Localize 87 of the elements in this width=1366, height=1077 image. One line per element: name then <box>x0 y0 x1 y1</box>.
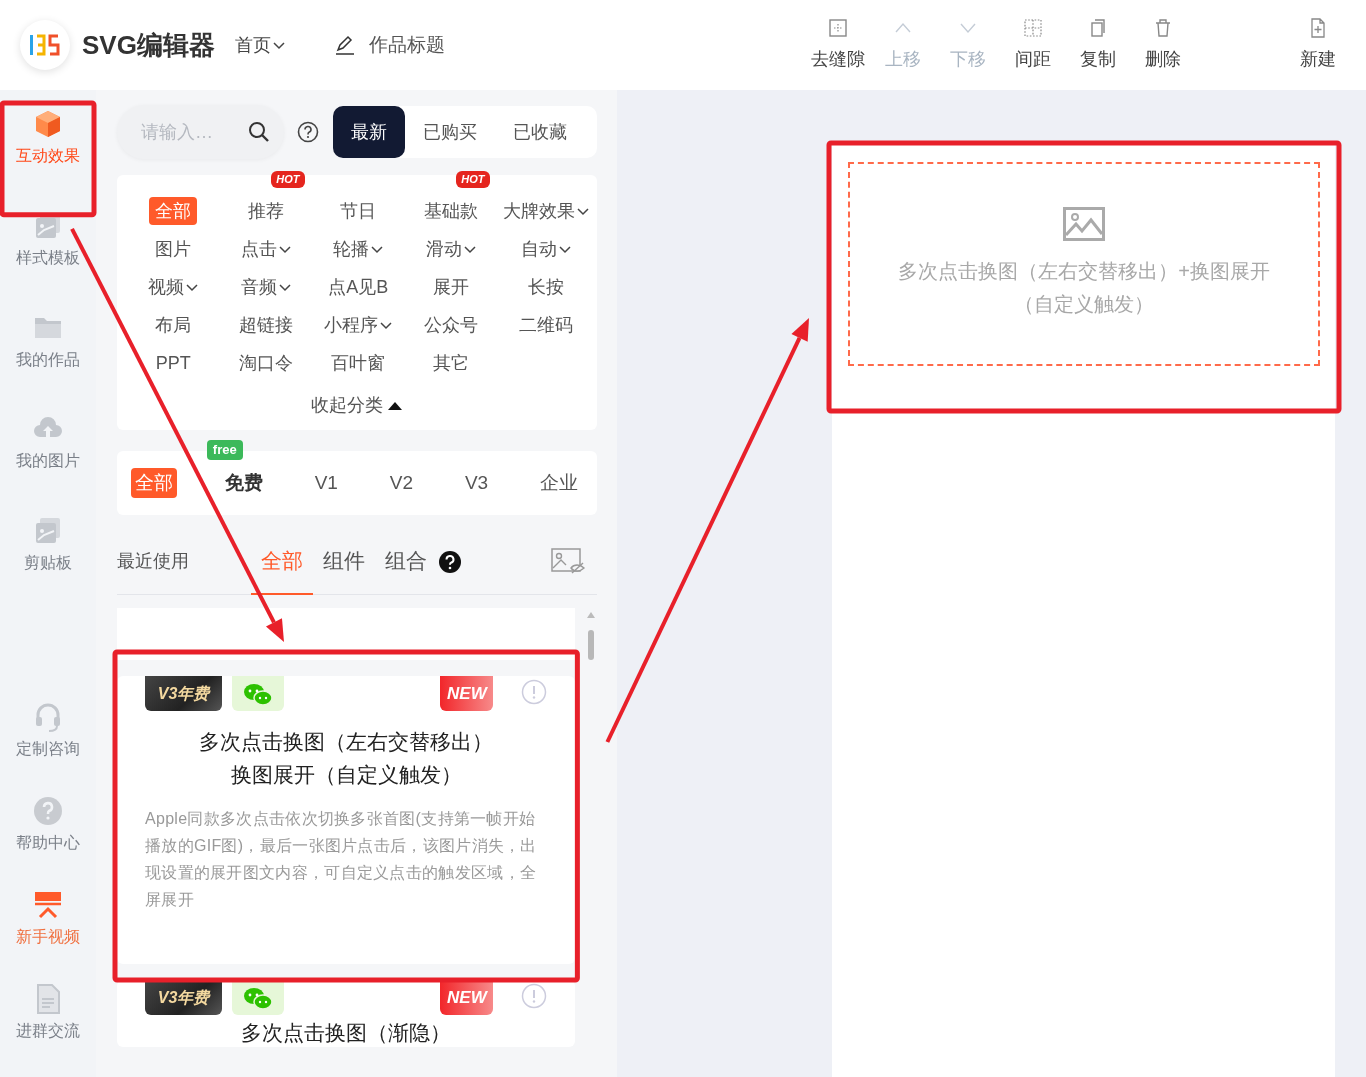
library-tab[interactable]: 组合 <box>375 528 437 595</box>
category-tab[interactable]: 视频 <box>142 273 205 301</box>
tier-tab[interactable]: V1 <box>310 467 342 499</box>
placeholder-text: 多次点击换图（左右交替移出）+换图展开（自定义触发） <box>897 259 1271 317</box>
library-tab[interactable]: 组件 <box>313 528 375 595</box>
caret-icon <box>278 244 291 254</box>
caret-icon <box>380 320 393 330</box>
template-card[interactable]: V3年费 NEW 多次点击换图（渐隐） <box>117 980 576 1047</box>
caret-icon <box>278 282 291 292</box>
category-tab[interactable]: 布局 <box>149 311 198 339</box>
sidebar-item[interactable]: 样式模板 <box>6 209 90 312</box>
search-field[interactable]: 请输入… <box>139 117 239 147</box>
tier-badge: V3年费 <box>145 676 222 711</box>
category-tab[interactable]: 滑动 <box>419 235 482 263</box>
search-box[interactable]: 请输入… <box>117 105 284 159</box>
toolbar-button[interactable]: 复制 <box>1065 17 1130 73</box>
category-tab[interactable]: 百叶窗 <box>325 349 392 377</box>
category-tab[interactable]: 点A见B <box>322 273 395 301</box>
category-tab[interactable]: 公众号 <box>417 311 484 339</box>
grid-icon <box>827 17 848 38</box>
filter-tab[interactable]: 最新 <box>333 106 405 158</box>
sidebar-item[interactable]: 剪贴板 <box>6 515 90 617</box>
help-icon <box>32 795 64 828</box>
category-tab[interactable]: 展开 <box>426 273 475 301</box>
category-tab[interactable]: 其它 <box>426 349 475 377</box>
card-description: Apple同款多次点击依次切换多张首图(支持第一帧开始播放的GIF图)，最后一张图片点击后，该图片消失，出现设置的展开图文内容，可自定义点击的触发区域，全屏展开 <box>145 809 538 910</box>
caret-icon <box>272 40 285 50</box>
template-card[interactable]: V3年费 NEW 多次点击换图（左右交替移出） 换图展开（自定义触发） Apple同款多次点击依次切换多张首图(支持第一帧开始播放的GIF图)，最后一张图片点击后，该图片消失，出现设置的展开图文内容，可自定义点击的触发区域，全屏展开 <box>117 676 576 964</box>
category-tab[interactable]: 二维码 <box>513 311 579 339</box>
toolbar-button[interactable]: 去缝隙 <box>805 17 870 73</box>
toolbar-button[interactable]: 间距 <box>1000 17 1065 73</box>
category-tab[interactable]: 淘口令 <box>232 349 299 377</box>
help-icon <box>439 550 461 573</box>
category-tab[interactable]: 超链接 <box>232 311 299 339</box>
help-icon[interactable] <box>297 121 319 143</box>
category-tab[interactable]: PPT <box>149 349 197 377</box>
spacing-icon <box>1022 17 1043 38</box>
category-tab[interactable]: 小程序 <box>318 311 399 339</box>
title-field[interactable]: 作品标题 <box>334 30 445 60</box>
toolbar-button[interactable]: 删除 <box>1130 17 1195 73</box>
info-icon[interactable] <box>521 983 548 1009</box>
scroll-thumb[interactable] <box>588 630 595 660</box>
tier-tab[interactable]: V2 <box>385 467 418 499</box>
sidebar-item[interactable]: 帮助中心 <box>6 795 90 890</box>
recent-used-label: 最近使用 <box>117 550 189 573</box>
hot-badge: HOT <box>456 171 490 188</box>
home-menu[interactable]: 首页 <box>234 31 285 59</box>
logo-icon <box>20 20 70 70</box>
search-icon[interactable] <box>248 121 270 143</box>
category-tab[interactable]: 节日 <box>334 197 383 225</box>
category-tab[interactable]: 图片 <box>149 235 198 263</box>
free-tag: free <box>206 439 243 460</box>
tier-tab[interactable]: 企业 <box>535 467 582 499</box>
tier-tab[interactable]: V3 <box>460 467 493 499</box>
category-tab[interactable]: 基础款 <box>417 197 484 225</box>
image-hidden-icon[interactable] <box>551 547 587 576</box>
tier-tab[interactable]: 免费 <box>220 467 267 499</box>
caret-icon <box>463 244 476 254</box>
sidebar-item[interactable]: 定制咨询 <box>6 701 90 796</box>
filter-tab[interactable]: 已购买 <box>405 106 495 158</box>
scroll-up-icon[interactable] <box>585 610 598 620</box>
category-tab[interactable]: 长按 <box>522 273 570 301</box>
collapse-button[interactable]: 收起分类 <box>305 391 409 420</box>
sidebar-item[interactable]: 我的图片 <box>6 413 90 516</box>
caret-icon <box>186 282 199 292</box>
card-title: 多次点击换图（渐隐） <box>240 1020 453 1046</box>
pencil-icon <box>334 35 355 55</box>
card-title: 多次点击换图（左右交替移出） 换图展开（自定义触发） <box>198 729 495 788</box>
app-title: SVG编辑器 <box>82 28 215 62</box>
category-tab[interactable]: 推荐 <box>241 197 290 225</box>
category-tab[interactable]: 自动 <box>515 235 577 263</box>
new-badge: NEW <box>440 676 494 711</box>
wechat-icon <box>232 676 284 711</box>
hot-badge: HOT <box>271 171 305 188</box>
filter-tab[interactable]: 已收藏 <box>495 106 585 158</box>
category-tab[interactable]: 点击 <box>234 235 297 263</box>
info-icon[interactable] <box>521 679 548 705</box>
caret-icon <box>559 244 571 254</box>
image-icon <box>1063 207 1105 241</box>
category-tab[interactable]: 轮播 <box>327 235 390 263</box>
category-tab[interactable]: 大牌效果 <box>497 197 595 225</box>
caret-icon <box>577 206 589 216</box>
toolbar-button[interactable]: 新建 <box>1285 17 1350 73</box>
category-tab[interactable]: 音频 <box>234 273 297 301</box>
sidebar-item[interactable]: 进群交流 <box>6 983 90 1077</box>
sidebar-item[interactable]: 我的作品 <box>6 311 90 414</box>
caret-icon <box>371 244 384 254</box>
